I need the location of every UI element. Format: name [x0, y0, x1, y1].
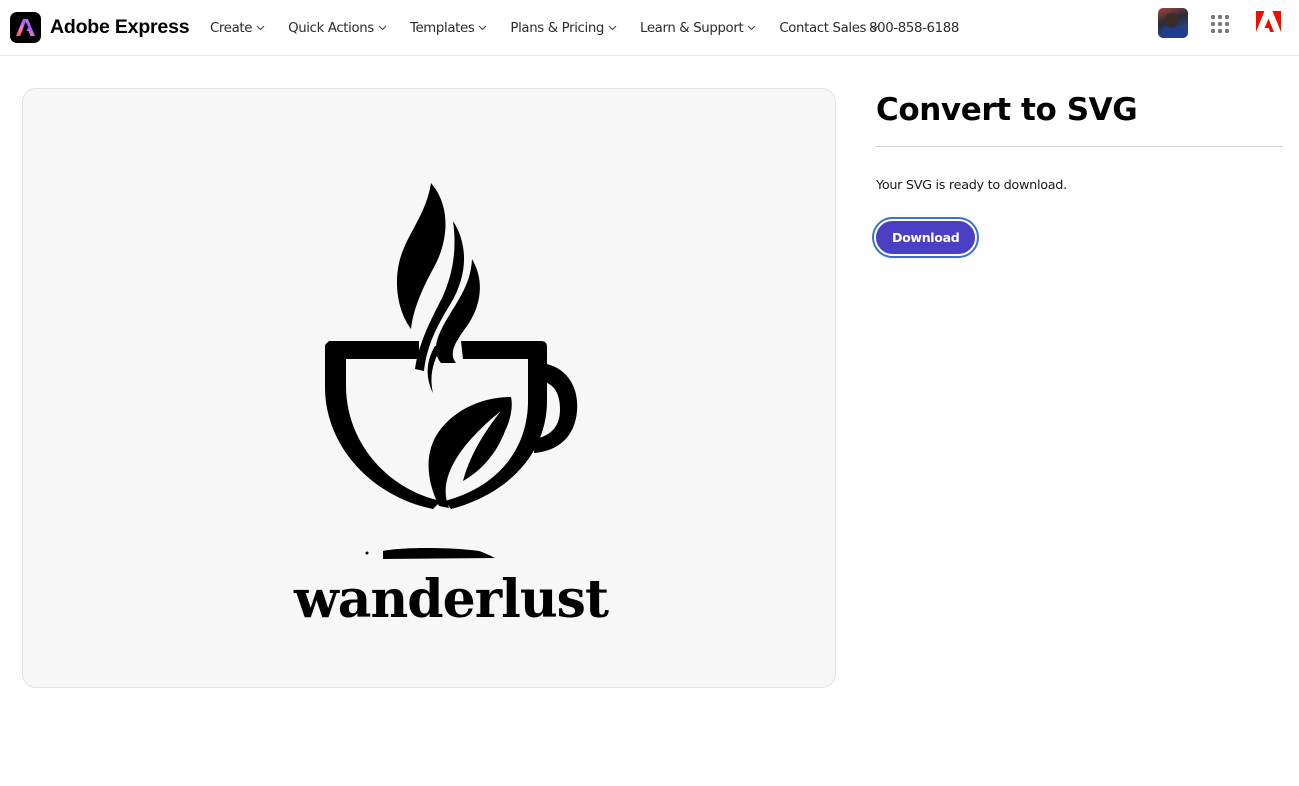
- nav-contact-sales[interactable]: Contact Sales: [779, 21, 879, 36]
- chevron-down-icon: [608, 25, 617, 31]
- chevron-down-icon: [747, 25, 756, 31]
- nav-label: Learn & Support: [640, 20, 744, 36]
- page-title: Convert to SVG: [876, 92, 1138, 128]
- coffee-cup-logo-image: wanderlust: [293, 183, 610, 630]
- nav-label: Create: [210, 20, 253, 36]
- convert-panel: Convert to SVG Your SVG is ready to down…: [874, 88, 1283, 256]
- nav-templates[interactable]: Templates: [410, 21, 487, 36]
- chevron-down-icon: [378, 25, 387, 31]
- top-navigation-bar: Adobe Express Create Quick Actions Templ…: [0, 0, 1299, 56]
- adobe-logo-icon[interactable]: [1256, 11, 1281, 34]
- nav-label: Templates: [409, 20, 475, 36]
- nav-label: Contact Sales: [779, 20, 867, 36]
- chevron-down-icon: [478, 25, 487, 31]
- svg-preview-card: wanderlust: [22, 88, 836, 688]
- brand-home-link[interactable]: Adobe Express: [10, 12, 190, 43]
- brand-name: Adobe Express: [50, 16, 190, 38]
- status-message: Your SVG is ready to download.: [876, 178, 1067, 193]
- nav-quick-actions[interactable]: Quick Actions: [288, 21, 387, 36]
- phone-number-link[interactable]: 800-858-6188: [869, 0, 959, 56]
- title-divider: [876, 146, 1283, 147]
- text-top-dot: [365, 551, 369, 555]
- avatar-figure-head: [1165, 13, 1178, 28]
- main-nav: Create Quick Actions Templates Plans & P…: [210, 0, 902, 56]
- logo-wordmark: wanderlust: [293, 569, 609, 630]
- text-top-dash: [383, 548, 495, 559]
- nav-create[interactable]: Create: [210, 21, 265, 36]
- nav-plans-pricing[interactable]: Plans & Pricing: [510, 21, 617, 36]
- nav-label: Quick Actions: [288, 20, 374, 36]
- adobe-express-logo-icon: [10, 12, 41, 43]
- leaf: [428, 397, 512, 508]
- user-avatar[interactable]: [1158, 8, 1188, 38]
- app-grid-icon[interactable]: [1211, 15, 1229, 33]
- download-button[interactable]: Download: [874, 219, 978, 256]
- nav-label: Plans & Pricing: [510, 20, 605, 36]
- chevron-down-icon: [256, 25, 265, 31]
- nav-learn-support[interactable]: Learn & Support: [640, 21, 756, 36]
